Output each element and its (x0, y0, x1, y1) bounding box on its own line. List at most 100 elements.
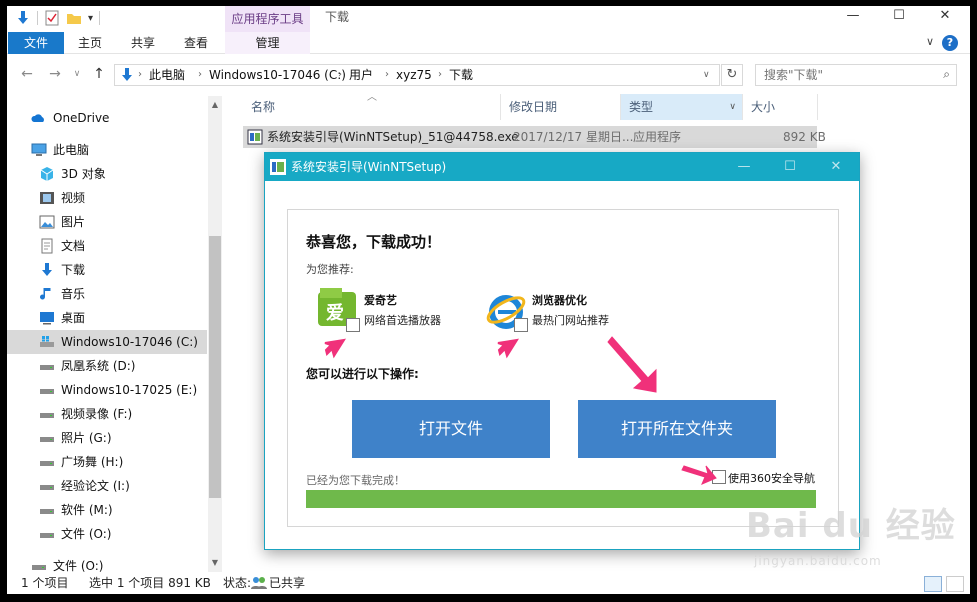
file-date: 2017/12/17 星期日... (513, 130, 634, 144)
nav-item-desktop[interactable]: 桌面 (7, 306, 207, 330)
back-arrow-icon[interactable]: ← (17, 64, 37, 84)
dialog-minimize-button[interactable]: — (721, 153, 767, 181)
up-arrow-icon[interactable]: ↑ (89, 64, 109, 84)
minimize-button[interactable]: — (830, 6, 876, 28)
maximize-button[interactable]: ☐ (876, 6, 922, 28)
column-header-size[interactable]: 大小 (743, 94, 818, 120)
dialog-title-bar: 系统安装引导(WinNTSetup) — ☐ ✕ (265, 153, 859, 181)
separator (37, 11, 38, 25)
nav-pane-scrollbar[interactable]: ▲ ▼ (208, 96, 222, 572)
address-dropdown-icon[interactable]: ∨ (703, 65, 710, 85)
nav-item-drive-m[interactable]: 软件 (M:) (7, 498, 207, 522)
column-header-date[interactable]: 修改日期 (501, 94, 621, 120)
nav-item-downloads[interactable]: 下载 (7, 258, 207, 282)
watermark-brand: Bai du 经验 (746, 506, 956, 546)
nav-item-drive-d[interactable]: 凤凰系统 (D:) (7, 354, 207, 378)
open-folder-button[interactable]: 打开所在文件夹 (578, 400, 776, 458)
nav-item-drive-c[interactable]: Windows10-17046 (C:) (7, 330, 207, 354)
downloads-folder-icon (122, 68, 132, 81)
windows-drive-icon (40, 336, 54, 347)
scrollbar-thumb[interactable] (209, 236, 221, 498)
new-folder-icon[interactable] (66, 10, 82, 26)
nav-item-documents[interactable]: 文档 (7, 234, 207, 258)
breadcrumb-user[interactable]: xyz75 (396, 65, 432, 85)
tab-share[interactable]: 共享 (122, 32, 164, 54)
progress-fill (306, 490, 816, 508)
drive-icon (40, 533, 54, 538)
scroll-down-icon[interactable]: ▼ (208, 556, 222, 570)
dialog-close-button[interactable]: ✕ (813, 153, 859, 181)
drive-icon (40, 485, 54, 490)
quick-access-toolbar: ▾ (15, 10, 101, 26)
column-filter-dropdown-icon[interactable]: ∨ (729, 94, 736, 120)
selection-info: 选中 1 个项目 891 KB (89, 576, 211, 590)
iqiyi-name: 爱奇艺 (364, 294, 397, 307)
exe-file-icon (247, 129, 263, 145)
drive-icon (40, 461, 54, 466)
context-tab-app-tools: 应用程序工具 (225, 6, 310, 32)
nav-360-checkbox[interactable] (712, 470, 726, 484)
nav-item-drive-g[interactable]: 照片 (G:) (7, 426, 207, 450)
dialog-maximize-button[interactable]: ☐ (767, 153, 813, 181)
details-view-icon[interactable] (924, 576, 942, 592)
3d-objects-icon (40, 167, 54, 181)
nav-360-label: 使用360安全导航 (728, 472, 815, 485)
nav-item-drive-o[interactable]: 文件 (O:) (7, 522, 207, 546)
tab-view[interactable]: 查看 (175, 32, 217, 54)
nav-item-pictures[interactable]: 图片 (7, 210, 207, 234)
breadcrumb-downloads[interactable]: 下载 (449, 65, 473, 85)
breadcrumb-chevron-icon: › (138, 69, 142, 80)
customize-qat-icon[interactable]: ▾ (88, 13, 93, 24)
nav-item-3d-objects[interactable]: 3D 对象 (7, 162, 207, 186)
close-button[interactable]: ✕ (922, 6, 968, 28)
file-size: 892 KB (783, 130, 826, 144)
open-file-button[interactable]: 打开文件 (352, 400, 550, 458)
nav-item-onedrive[interactable]: OneDrive (7, 106, 207, 130)
video-icon (40, 192, 54, 204)
search-icon[interactable]: ⌕ (943, 67, 950, 82)
svg-text:爱: 爱 (326, 303, 344, 324)
shared-users-icon (251, 577, 267, 589)
navigation-pane: OneDrive 此电脑 3D 对象 视频 图片 文档 下载 音乐 桌面 Win… (7, 96, 222, 573)
download-progress-bar (306, 490, 816, 508)
desktop-icon (40, 312, 54, 325)
tab-manage[interactable]: 管理 (225, 32, 310, 54)
breadcrumb-this-pc[interactable]: 此电脑 (149, 65, 185, 85)
drive-icon (40, 413, 54, 418)
tab-home[interactable]: 主页 (69, 32, 111, 54)
large-icons-view-icon[interactable] (946, 576, 964, 592)
forward-arrow-icon[interactable]: → (45, 64, 65, 84)
nav-item-videos[interactable]: 视频 (7, 186, 207, 210)
dialog-body: 恭喜您，下载成功！ 为您推荐: 爱 爱奇艺 网络首选播放器 浏览器优化 最热门网… (287, 209, 839, 527)
column-header-type-label: 类型 (629, 100, 654, 114)
recent-locations-icon[interactable]: ∨ (67, 64, 87, 84)
search-box[interactable]: ⌕ (755, 64, 957, 86)
breadcrumb-users[interactable]: 用户 (349, 65, 373, 85)
drive-icon (40, 389, 54, 394)
nav-item-drive-i[interactable]: 经验论文 (I:) (7, 474, 207, 498)
ribbon-tabs: 文件 主页 共享 查看 管理 ∨ ? (7, 32, 970, 54)
browser-checkbox[interactable] (514, 318, 528, 332)
browser-desc: 最热门网站推荐 (532, 314, 609, 327)
window-title: 下载 (325, 10, 350, 24)
search-input[interactable] (756, 65, 931, 85)
download-arrow-icon[interactable] (15, 10, 31, 26)
tab-file[interactable]: 文件 (8, 32, 64, 54)
ribbon-collapse-icon[interactable]: ∨ (926, 35, 934, 48)
properties-icon[interactable] (44, 10, 60, 26)
iqiyi-checkbox[interactable] (346, 318, 360, 332)
column-header-name[interactable]: 名称 (243, 94, 501, 120)
column-header-type[interactable]: 类型 ∨ (621, 94, 743, 120)
help-icon[interactable]: ? (942, 35, 958, 51)
nav-item-drive-h[interactable]: 广场舞 (H:) (7, 450, 207, 474)
breadcrumb-drive-c[interactable]: Windows10-17046 (C:) (209, 65, 346, 85)
nav-item-this-pc[interactable]: 此电脑 (7, 138, 207, 162)
table-row[interactable]: 系统安装引导(WinNTSetup)_51@44758.exe 2017/12/… (243, 126, 826, 148)
nav-item-drive-f[interactable]: 视频录像 (F:) (7, 402, 207, 426)
watermark-url: jingyan.baidu.com (754, 554, 882, 568)
address-bar[interactable]: › 此电脑 › Windows10-17046 (C:) › 用户 › xyz7… (114, 64, 720, 86)
nav-item-drive-e[interactable]: Windows10-17025 (E:) (7, 378, 207, 402)
nav-item-music[interactable]: 音乐 (7, 282, 207, 306)
refresh-icon[interactable]: ↻ (721, 64, 743, 86)
scroll-up-icon[interactable]: ▲ (208, 98, 222, 112)
